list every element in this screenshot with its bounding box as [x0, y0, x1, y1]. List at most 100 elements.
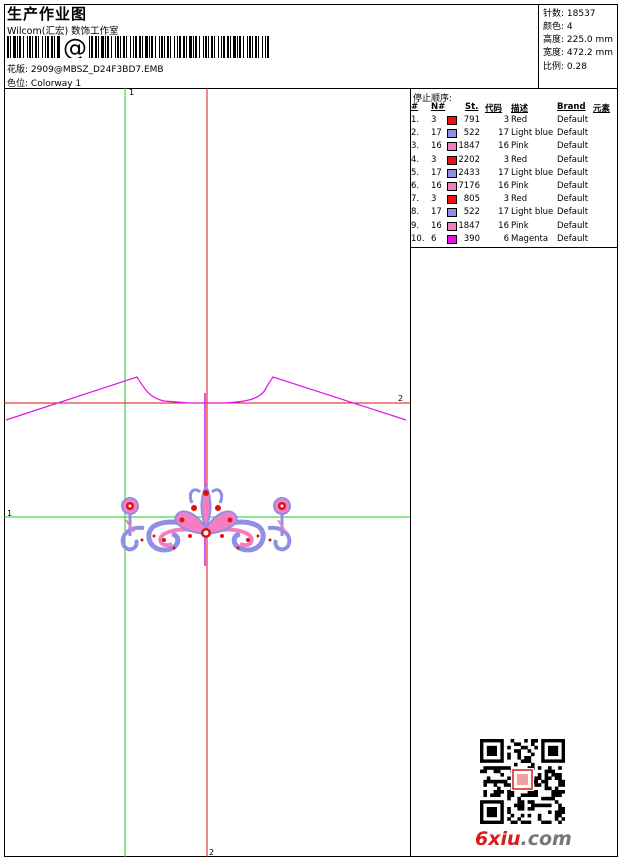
row-needle: 17 — [431, 207, 442, 218]
row-needle: 17 — [431, 167, 442, 178]
color-swatch — [447, 142, 457, 152]
row-needle: 6 — [431, 233, 437, 244]
color-swatch — [447, 182, 457, 191]
axis-label-red-v: 2 — [209, 848, 215, 857]
row-index: 6. — [411, 181, 420, 191]
row-index: 8. — [411, 207, 420, 218]
row-index: 9. — [411, 220, 420, 231]
watermark-tld: .com — [520, 828, 572, 850]
col-needle: N# — [431, 102, 446, 112]
row-desc: Light blue — [511, 128, 554, 139]
row-stitches: 2202 — [458, 154, 480, 165]
row-brand: Default — [557, 154, 589, 165]
color-swatch — [447, 129, 457, 139]
row-index: 1. — [411, 115, 420, 125]
barcode: @ — [7, 36, 269, 58]
color-swatch — [447, 195, 457, 205]
row-desc: Light blue — [511, 207, 554, 218]
row-stitches: 1847 — [458, 220, 480, 231]
row-brand: Default — [557, 141, 589, 152]
color-swatch — [447, 116, 457, 125]
svg-text:@: @ — [63, 36, 87, 58]
row-code: 16 — [498, 181, 509, 191]
color-swatch — [447, 221, 457, 231]
row-index: 2. — [411, 128, 420, 139]
row-desc: Red — [511, 115, 528, 125]
row-code: 3 — [503, 154, 509, 165]
sequence-row: 10. 6 390 6 Magenta Default — [411, 234, 617, 247]
row-desc: Pink — [511, 141, 529, 152]
row-code: 3 — [503, 194, 509, 205]
qr-code — [480, 739, 565, 824]
design-file-value: 2909@MBSZ_D24F3BD7.EMB — [30, 65, 164, 75]
row-index: 7. — [411, 194, 420, 205]
row-brand: Default — [557, 233, 589, 244]
sequence-row: 5. 17 2433 17 Light blue Default — [411, 168, 617, 181]
row-stitches: 522 — [463, 207, 480, 218]
axis-label-red-h: 2 — [398, 394, 404, 403]
color-swatch — [447, 155, 457, 165]
row-desc: Magenta — [511, 233, 549, 244]
stat-width: 宽度: 472.2 mm — [543, 48, 614, 58]
axis-label-green-v: 1 — [129, 88, 135, 97]
design-file: 花版: 2909@MBSZ_D24F3BD7.EMB — [7, 62, 164, 75]
sequence-row: 4. 3 2202 3 Red Default — [411, 155, 617, 168]
sequence-row: 1. 3 791 3 Red Default — [411, 115, 617, 128]
row-stitches: 2433 — [458, 167, 480, 178]
row-brand: Default — [557, 194, 589, 205]
watermark: 6xiu.com — [475, 828, 572, 850]
row-brand: Default — [557, 167, 589, 178]
axis-label-green-h: 1 — [7, 509, 13, 518]
sequence-row: 2. 17 522 17 Light blue Default — [411, 128, 617, 141]
sequence-row: 3. 16 1847 16 Pink Default — [411, 141, 617, 154]
row-stitches: 1847 — [458, 141, 480, 152]
row-stitches: 805 — [463, 194, 480, 205]
stat-stitches: 针数: 18537 — [543, 9, 596, 19]
row-needle: 3 — [431, 115, 437, 125]
row-code: 3 — [503, 115, 509, 125]
stat-height: 高度: 225.0 mm — [543, 35, 614, 45]
row-needle: 17 — [431, 128, 442, 139]
row-brand: Default — [557, 115, 589, 125]
row-needle: 3 — [431, 154, 437, 165]
col-brand: Brand — [557, 102, 586, 112]
row-code: 6 — [503, 233, 509, 244]
stat-scale: 比例: 0.28 — [543, 62, 587, 72]
color-swatch — [447, 168, 457, 178]
sequence-header: # N# St. 代码 描述 Brand 元素 — [411, 102, 617, 115]
row-brand: Default — [557, 207, 589, 218]
row-needle: 16 — [431, 181, 442, 191]
col-index: # — [411, 102, 419, 112]
row-stitches: 522 — [463, 128, 480, 139]
row-index: 3. — [411, 141, 420, 152]
watermark-main: 6xiu — [475, 828, 521, 850]
color-swatch — [447, 208, 457, 218]
row-code: 17 — [498, 128, 509, 139]
row-code: 16 — [498, 220, 509, 231]
row-desc: Light blue — [511, 167, 554, 178]
row-code: 17 — [498, 167, 509, 178]
sequence-row: 7. 3 805 3 Red Default — [411, 194, 617, 207]
row-stitches: 7176 — [458, 181, 480, 191]
row-index: 5. — [411, 167, 420, 178]
row-brand: Default — [557, 220, 589, 231]
row-desc: Pink — [511, 220, 529, 231]
sequence-divider — [410, 247, 618, 248]
embroidery-motif — [120, 483, 292, 553]
color-swatch — [447, 234, 457, 244]
design-file-label: 花版: — [7, 65, 29, 75]
row-brand: Default — [557, 181, 589, 191]
design-canvas — [4, 88, 410, 857]
row-desc: Pink — [511, 181, 529, 191]
garment-outline — [5, 376, 407, 421]
row-stitches: 390 — [463, 233, 480, 244]
stat-colors: 颜色: 4 — [543, 22, 573, 32]
sequence-row: 9. 16 1847 16 Pink Default — [411, 221, 617, 234]
row-brand: Default — [557, 128, 589, 139]
row-index: 10. — [411, 233, 425, 244]
row-needle: 3 — [431, 194, 437, 205]
col-desc: 描述 — [511, 104, 529, 114]
company-name: Wilcom(汇宏) 数饰工作室 — [7, 26, 119, 37]
sequence-row: 8. 17 522 17 Light blue Default — [411, 207, 617, 220]
row-needle: 16 — [431, 141, 442, 152]
